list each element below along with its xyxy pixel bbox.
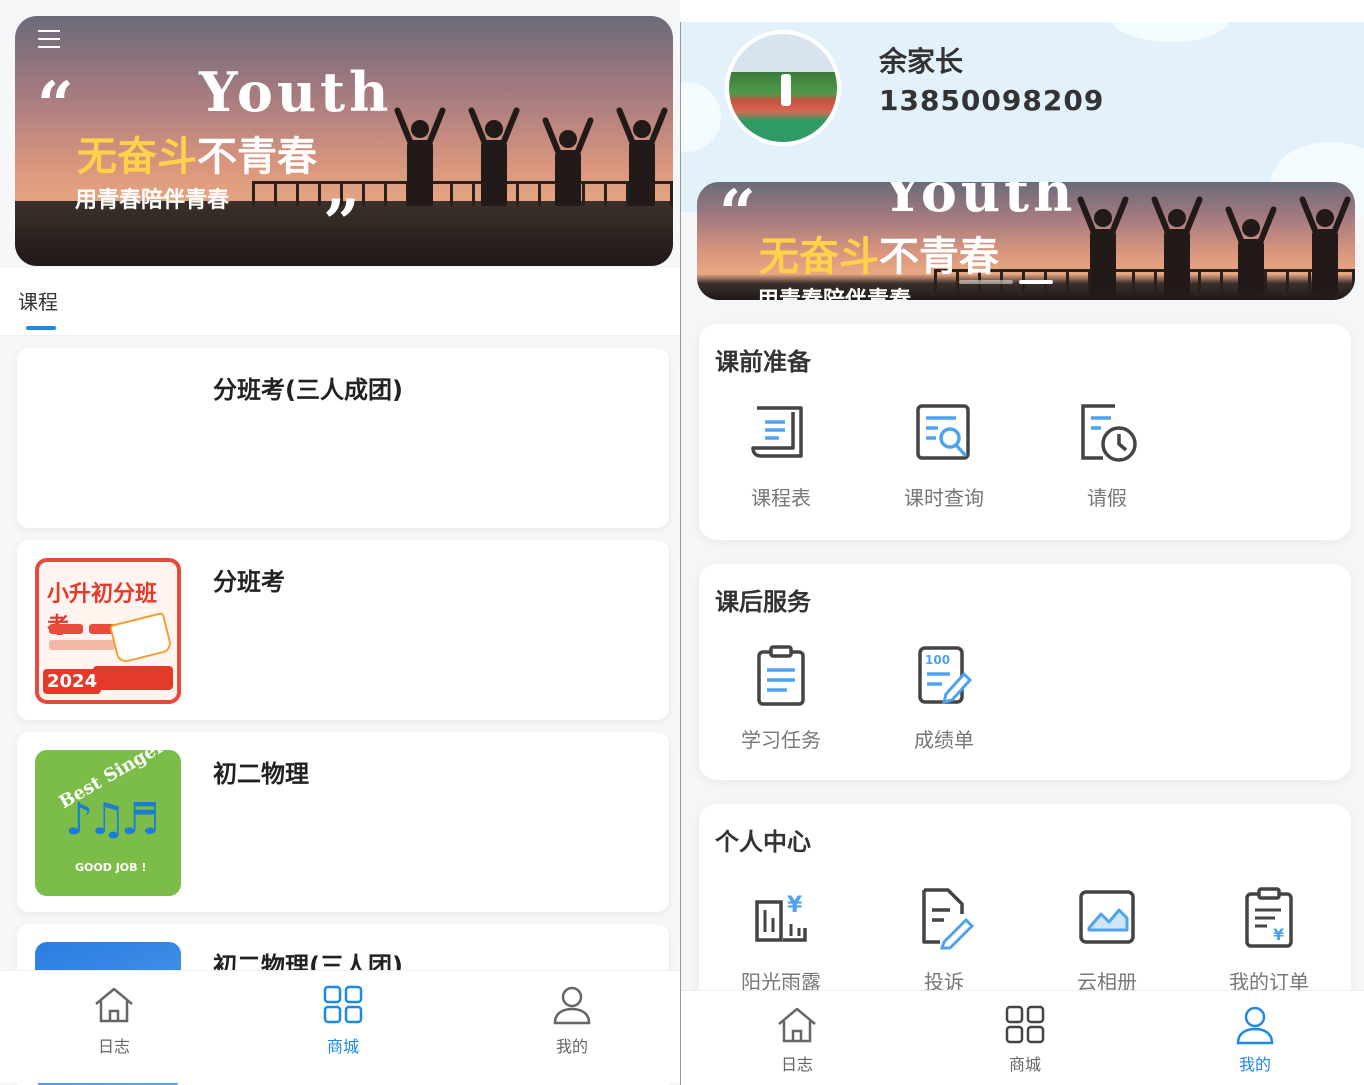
banner-slogan: 无奋斗不青春 [759,224,999,282]
banner-slogan: 无奋斗不青春 [77,124,317,182]
user-name: 余家长 [879,45,964,78]
section-title: 课前准备 [715,348,811,376]
menu-item-label: 成绩单 [914,728,974,752]
section-title: 课后服务 [715,588,811,616]
banner-subtitle: 用青春陪伴青春 [757,282,911,300]
menu-item-study-tasks[interactable]: 学习任务 [711,642,851,753]
course-title: 分班考 [213,568,285,596]
menu-item-my-orders[interactable]: ¥ 我的订单 [1199,884,1339,995]
grid-icon [1005,1005,1045,1044]
course-title: 初二物理 [213,760,309,788]
banner-slogan-yellow: 无奋斗 [77,134,197,180]
menu-item-hours-query[interactable]: 课时查询 [874,400,1014,511]
grid-icon [323,985,363,1024]
banner-subtitle: 用青春陪伴青春 [75,188,230,213]
banner-silhouettes [1076,195,1352,296]
tabbar-label: 日志 [780,1055,813,1074]
right-screen: 余家长 13850098209 “ Youth 无奋斗不青春 用青春陪伴青春 课… [680,22,1364,1085]
course-card[interactable]: 分班考(三人成团) [17,348,669,528]
course-thumbnail: 小升初分班考 2024 [35,558,181,704]
user-phone: 13850098209 [879,84,1105,117]
menu-item-label: 课时查询 [904,486,984,510]
menu-item-leave[interactable]: 请假 [1037,400,1177,511]
course-card[interactable]: Best Singer ♪♫♬ GOOD JOB ! 初二物理 [17,732,669,912]
tab-course[interactable]: 课程 [18,286,58,315]
document-search-icon [916,404,970,460]
banner-quote-close: ” [323,186,360,261]
banner-quote-open: “ [719,182,756,251]
home-icon [95,987,133,1023]
banner-headline-en: Youth [883,182,1077,224]
banner-slogan-yellow: 无奋斗 [759,234,879,280]
document-clock-icon [1081,404,1137,462]
menu-item-label: 请假 [1087,486,1127,510]
svg-text:¥: ¥ [787,893,803,918]
menu-item-sunshine[interactable]: ¥ 阳光雨露 [711,884,851,995]
tabbar-label: 商城 [326,1037,359,1056]
tabbar-item-log[interactable]: 日志 [74,985,154,1057]
tabbar-label: 商城 [1008,1055,1041,1074]
hero-banner[interactable]: “ Youth 无奋斗不青春 用青春陪伴青春 ” [15,16,673,266]
banner-headline-en: Youth [199,60,393,124]
banner-indicator [959,280,1053,284]
banner-slogan-white: 不青春 [879,234,999,280]
invoice-bill-icon: ¥ [755,893,807,942]
document-edit-icon [922,888,975,950]
course-title: 分班考(三人成团) [213,376,403,404]
svg-text:¥: ¥ [1273,925,1284,944]
bottom-tabbar: 日志 商城 我的 [681,990,1364,1085]
menu-item-report-card[interactable]: 100 成绩单 [874,642,1014,753]
menu-item-schedule[interactable]: 课程表 [711,400,851,511]
clipboard-icon [757,645,805,706]
tab-bar-top: 课程 [0,268,680,336]
course-thumbnail: Best Singer ♪♫♬ GOOD JOB ! [35,750,181,896]
tabbar-item-me[interactable]: 我的 [1215,1005,1295,1075]
avatar[interactable] [725,30,841,146]
svg-text:100: 100 [925,653,950,667]
badge-sub: GOOD JOB ! [75,861,147,874]
tabbar-item-mall[interactable]: 商城 [303,985,383,1057]
menu-item-complaint[interactable]: 投诉 [874,884,1014,995]
section-pre-class: 课前准备 课程表 课时查询 请假 [699,324,1351,540]
menu-item-label: 学习任务 [741,728,821,752]
banner-quote-open: “ [37,68,74,143]
poster-year: 2024 [43,669,102,694]
menu-icon[interactable] [38,30,60,50]
photo-album-icon [1079,890,1135,944]
scroll-list-icon [751,406,803,458]
tabbar-item-log[interactable]: 日志 [757,1005,837,1075]
tabbar-label: 日志 [97,1037,130,1056]
bottom-tabbar: 日志 商城 我的 [0,970,680,1083]
menu-item-cloud-album[interactable]: 云相册 [1037,884,1177,995]
tab-active-indicator [26,326,56,330]
score-sheet-icon: 100 [918,646,973,705]
music-notes-icon: ♪♫♬ [65,794,160,845]
menu-item-label: 课程表 [751,486,811,510]
user-icon [553,986,591,1025]
tabbar-label: 我的 [1238,1055,1271,1074]
banner-slogan-white: 不青春 [197,134,317,180]
home-icon [778,1007,816,1043]
course-card[interactable]: 小升初分班考 2024 分班考 [17,540,669,720]
tabbar-label: 我的 [555,1037,588,1056]
left-screen: “ Youth 无奋斗不青春 用青春陪伴青春 ” 课程 分班考(三人成团) 小升… [0,0,680,1085]
banner-silhouettes [393,106,669,206]
section-title: 个人中心 [715,828,811,856]
order-list-icon: ¥ [1245,887,1293,948]
user-icon [1236,1006,1274,1045]
tabbar-item-mall[interactable]: 商城 [985,1005,1065,1075]
section-after-class: 课后服务 学习任务 100 成绩单 [699,564,1351,780]
tabbar-item-me[interactable]: 我的 [532,985,612,1057]
